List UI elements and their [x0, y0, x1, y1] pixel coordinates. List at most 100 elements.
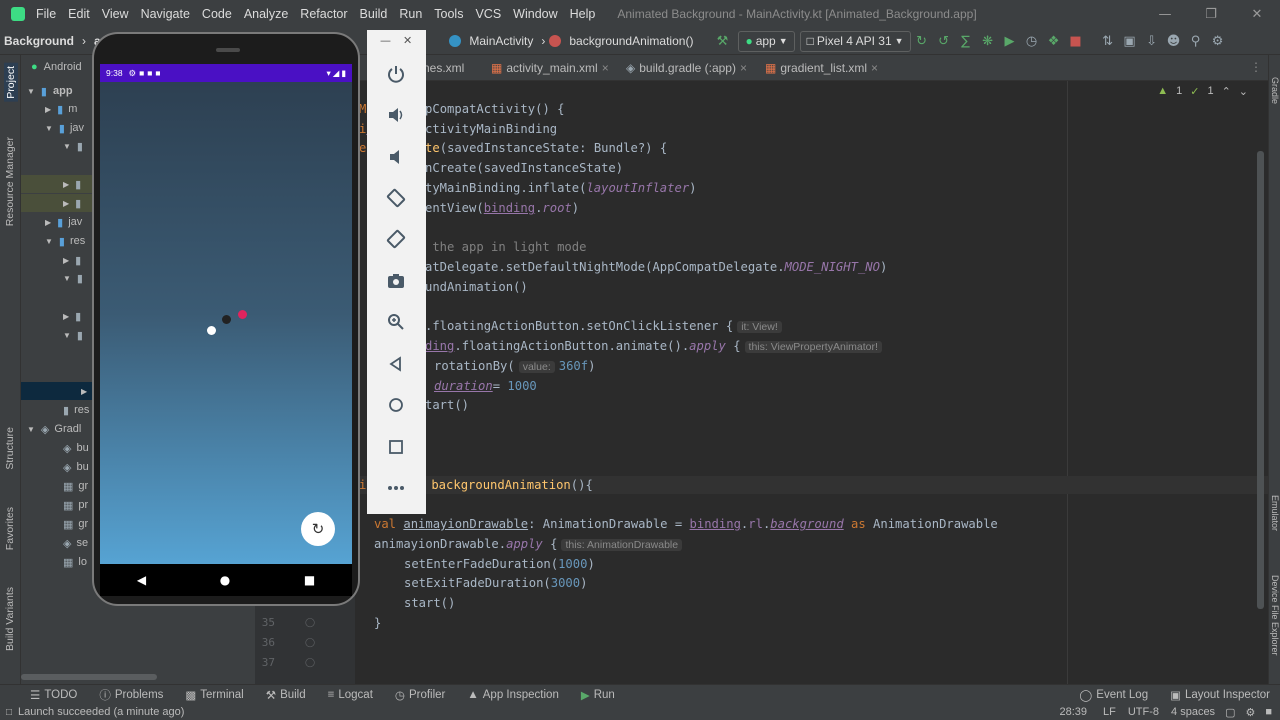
apply-code-changes-icon[interactable]: ∑ — [955, 30, 977, 52]
menu-vcs[interactable]: VCS — [469, 7, 507, 21]
settings-icon[interactable]: ⚙ — [1207, 30, 1229, 52]
inspection-widget[interactable]: ▲ 1 ✓ 1 ⌃ ⌄ — [1157, 85, 1248, 98]
emulator-tool-tab[interactable]: Emulator — [1270, 495, 1280, 531]
tab-activity-main-xml[interactable]: ▦ activity_main.xml × — [491, 55, 609, 81]
menu-analyze[interactable]: Analyze — [238, 7, 294, 21]
coverage-icon[interactable]: ▶ — [999, 30, 1021, 52]
menu-view[interactable]: View — [96, 7, 135, 21]
screenshot-camera-icon[interactable] — [385, 270, 407, 292]
volume-up-icon[interactable] — [385, 104, 407, 126]
profiler-icon[interactable]: ◷ — [1021, 30, 1043, 52]
gradle-tool-tab[interactable]: Gradle — [1270, 77, 1280, 104]
fold-marker-icon[interactable]: ◯ — [305, 658, 315, 668]
hammer-icon[interactable]: ⚒ — [711, 30, 733, 52]
device-file-explorer-tool-tab[interactable]: Device File Explorer — [1270, 575, 1280, 656]
tab-build-gradle[interactable]: ◈ build.gradle (:app) × — [626, 55, 747, 81]
device-dropdown[interactable]: □ Pixel 4 API 31 ▼ — [799, 30, 911, 52]
code-editor[interactable]: ▲ 1 ✓ 1 ⌃ ⌄ Mity : AppCompatActivity() { i… — [355, 81, 1268, 685]
problems-tab[interactable]: ⓘ Problems — [99, 687, 163, 703]
chevron-down-icon[interactable]: ⌄ — [1239, 85, 1248, 98]
project-tool-tab[interactable]: Project — [4, 63, 18, 102]
debug-icon[interactable]: ❋ — [977, 30, 999, 52]
editor-scrollbar[interactable] — [1257, 151, 1264, 609]
build-variants-tool-tab[interactable]: Build Variants — [4, 587, 16, 651]
back-icon[interactable]: ◀ — [137, 573, 146, 587]
close-icon[interactable]: ✕ — [1234, 7, 1280, 22]
fold-marker-icon[interactable]: ◯ — [305, 618, 315, 628]
run-config-dropdown[interactable]: ● app ▼ — [738, 30, 795, 52]
breadcrumb-project[interactable]: Background — [0, 34, 78, 48]
event-log-tab[interactable]: ◯ Event Log — [1079, 688, 1148, 702]
sync-project-icon[interactable]: ⇅ — [1097, 30, 1119, 52]
minimize-icon[interactable]: — — [380, 34, 391, 47]
overview-icon[interactable] — [385, 436, 407, 458]
home-icon[interactable]: ● — [220, 573, 230, 587]
menu-refactor[interactable]: Refactor — [294, 7, 353, 21]
logcat-tab[interactable]: ≡ Logcat — [328, 689, 373, 701]
chevron-right-icon: ▶ — [63, 255, 70, 265]
build-tab[interactable]: ⚒ Build — [266, 688, 306, 702]
close-tab-icon[interactable]: × — [740, 61, 747, 75]
floating-action-button[interactable]: ↻ — [301, 512, 335, 546]
recents-icon[interactable]: ■ — [304, 573, 315, 587]
power-icon[interactable] — [385, 63, 407, 85]
rerun-icon[interactable]: ↻ — [911, 30, 933, 52]
rotate-right-icon[interactable] — [385, 228, 407, 250]
menu-run[interactable]: Run — [393, 7, 428, 21]
breadcrumb-method[interactable]: backgroundAnimation() — [565, 34, 697, 48]
lock-icon[interactable]: ▢ — [1225, 706, 1235, 719]
hammer-icon: ⚒ — [265, 689, 277, 702]
code-line: val animayionDrawable: AnimationDrawable… — [374, 517, 998, 531]
account-icon[interactable]: ☻ — [1163, 30, 1185, 52]
menu-build[interactable]: Build — [354, 7, 394, 21]
caret-position[interactable]: 28:39 — [1059, 706, 1087, 718]
menu-file[interactable]: File — [30, 7, 62, 21]
terminal-tab[interactable]: ▩ Terminal — [185, 688, 243, 702]
layout-inspector-tab[interactable]: ▣ Layout Inspector — [1170, 688, 1270, 702]
memory-icon[interactable]: ⚙ — [1245, 706, 1255, 719]
minimize-icon[interactable]: — — [1142, 7, 1188, 22]
menu-help[interactable]: Help — [564, 7, 602, 21]
structure-tool-tab[interactable]: Structure — [4, 427, 16, 470]
tab-themes-xml[interactable]: nes.xml — [423, 55, 464, 81]
status-message[interactable]: Launch succeeded (a minute ago) — [18, 706, 184, 718]
stop-icon[interactable]: ■ — [1065, 30, 1087, 52]
horizontal-scrollbar[interactable] — [21, 674, 157, 680]
restore-icon[interactable]: ❐ — [1188, 7, 1234, 22]
tab-gradient-list-xml[interactable]: ▦ gradient_list.xml × — [765, 55, 878, 81]
menu-edit[interactable]: Edit — [62, 7, 96, 21]
menu-navigate[interactable]: Navigate — [135, 7, 196, 21]
attach-debugger-icon[interactable]: ❖ — [1043, 30, 1065, 52]
chevron-up-icon[interactable]: ⌃ — [1222, 85, 1231, 98]
home-icon[interactable] — [385, 394, 407, 416]
menu-code[interactable]: Code — [196, 7, 238, 21]
run-tab[interactable]: ▶ Run — [581, 688, 615, 702]
zoom-icon[interactable] — [385, 311, 407, 333]
more-tabs-icon[interactable]: ⋮ — [1250, 60, 1262, 74]
favorites-tool-tab[interactable]: Favorites — [4, 507, 16, 550]
app-inspection-tab[interactable]: ▲ App Inspection — [467, 689, 558, 701]
notifications-icon[interactable]: ■ — [1265, 706, 1272, 718]
line-separator[interactable]: LF — [1103, 706, 1116, 718]
volume-down-icon[interactable] — [385, 146, 407, 168]
more-options-icon[interactable] — [385, 477, 407, 499]
file-encoding[interactable]: UTF-8 — [1128, 706, 1159, 718]
fold-marker-icon[interactable]: ◯ — [305, 638, 315, 648]
close-icon[interactable]: ✕ — [403, 34, 412, 47]
menu-tools[interactable]: Tools — [428, 7, 469, 21]
search-icon[interactable]: ⚲ — [1185, 30, 1207, 52]
resource-manager-tool-tab[interactable]: Resource Manager — [4, 137, 16, 226]
sdk-manager-icon[interactable]: ⇩ — [1141, 30, 1163, 52]
close-tab-icon[interactable]: × — [871, 61, 878, 75]
emulator-screen[interactable]: 9:38 ⚙■■■ ▾ ◢ ▮ ↻ — [100, 64, 352, 564]
menu-window[interactable]: Window — [507, 7, 563, 21]
apply-changes-icon[interactable]: ↺ — [933, 30, 955, 52]
profiler-tab[interactable]: ◷ Profiler — [395, 688, 445, 702]
close-tab-icon[interactable]: × — [602, 61, 609, 75]
indent-setting[interactable]: 4 spaces — [1171, 706, 1215, 718]
breadcrumb-class[interactable]: MainActivity — [465, 34, 537, 48]
back-icon[interactable] — [385, 353, 407, 375]
rotate-left-icon[interactable] — [385, 187, 407, 209]
device-manager-icon[interactable]: ▣ — [1119, 30, 1141, 52]
todo-tab[interactable]: ☰ TODO — [30, 688, 77, 702]
